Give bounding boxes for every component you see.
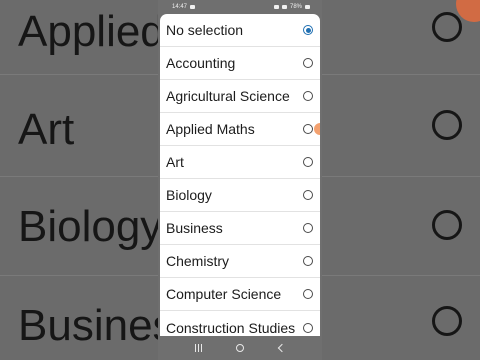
background-radio-icon xyxy=(432,110,462,140)
battery-percent: 78% xyxy=(289,4,302,10)
background-divider xyxy=(0,74,158,75)
navigation-bar xyxy=(158,336,322,360)
radio-unselected-icon[interactable] xyxy=(303,91,313,101)
background-divider xyxy=(0,176,158,177)
back-icon[interactable] xyxy=(277,343,287,353)
battery-icon xyxy=(305,5,310,9)
status-bar: 14:47 78% xyxy=(158,0,322,14)
video-recording-icon xyxy=(190,5,196,9)
background-item-label: Busines xyxy=(18,301,158,350)
radio-unselected-icon[interactable] xyxy=(303,289,313,299)
status-right: 78% xyxy=(273,4,310,10)
option-biology[interactable]: Biology xyxy=(160,179,320,212)
option-label: Applied Maths xyxy=(166,121,255,137)
background-divider xyxy=(318,176,480,177)
option-label: Accounting xyxy=(166,55,236,71)
option-label: Agricultural Science xyxy=(166,88,290,104)
radio-selected-icon[interactable] xyxy=(303,25,313,35)
radio-unselected-icon[interactable] xyxy=(303,256,313,266)
background-left-panel: Applied Art Biology Busines xyxy=(0,0,158,360)
radio-unselected-icon[interactable] xyxy=(303,157,313,167)
background-radio-icon xyxy=(432,210,462,240)
option-label: No selection xyxy=(166,22,244,38)
subject-selection-dialog: No selection Accounting Agricultural Sci… xyxy=(160,14,320,336)
alarm-icon xyxy=(273,5,279,9)
radio-unselected-icon[interactable] xyxy=(303,58,313,68)
background-item-label: Biology xyxy=(18,202,158,251)
option-computer-science[interactable]: Computer Science xyxy=(160,278,320,311)
option-no-selection[interactable]: No selection xyxy=(160,14,320,47)
radio-unselected-icon[interactable] xyxy=(303,124,313,134)
recents-icon[interactable] xyxy=(195,344,203,352)
background-radio-icon xyxy=(432,12,462,42)
background-item-label: Applied xyxy=(18,7,158,56)
option-label: Business xyxy=(166,220,223,236)
radio-unselected-icon[interactable] xyxy=(303,190,313,200)
option-accounting[interactable]: Accounting xyxy=(160,47,320,80)
option-agricultural-science[interactable]: Agricultural Science xyxy=(160,80,320,113)
background-right-panel xyxy=(318,0,480,360)
radio-unselected-icon[interactable] xyxy=(303,223,313,233)
radio-unselected-icon[interactable] xyxy=(303,322,313,333)
background-divider xyxy=(318,74,480,75)
status-left: 14:47 xyxy=(172,4,196,10)
option-applied-maths[interactable]: Applied Maths xyxy=(160,113,320,146)
background-item-label: Art xyxy=(18,105,75,154)
option-label: Computer Science xyxy=(166,286,282,302)
status-time: 14:47 xyxy=(172,4,188,10)
touch-indicator xyxy=(314,123,320,135)
option-label: Construction Studies xyxy=(166,319,296,336)
background-radio-icon xyxy=(432,306,462,336)
background-divider xyxy=(318,275,480,276)
option-label: Art xyxy=(166,154,184,170)
option-label: Chemistry xyxy=(166,253,230,269)
option-label: Biology xyxy=(166,187,212,203)
wifi-icon xyxy=(281,5,287,9)
phone-screen: 14:47 78% No selection Accounting Agricu… xyxy=(158,0,322,360)
option-art[interactable]: Art xyxy=(160,146,320,179)
option-construction-studies[interactable]: Construction Studies xyxy=(160,311,320,336)
background-divider xyxy=(0,275,158,276)
option-chemistry[interactable]: Chemistry xyxy=(160,245,320,278)
home-icon[interactable] xyxy=(236,344,245,352)
option-business[interactable]: Business xyxy=(160,212,320,245)
